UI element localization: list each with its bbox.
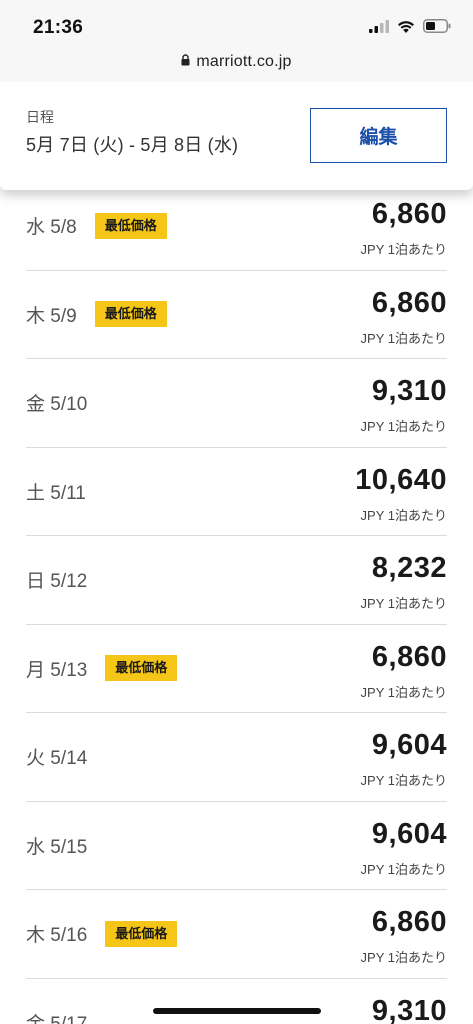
row-unit: JPY 1泊あたり (360, 861, 447, 877)
row-price: 9,310 (371, 375, 447, 407)
page: 21:36 marriott.co.jp 日程 5月 7日 (火) - 5月 8… (0, 0, 473, 1024)
url-text: marriott.co.jp (196, 53, 292, 70)
row-price: 6,860 (371, 198, 447, 230)
browser-chrome: 21:36 marriott.co.jp (0, 0, 473, 82)
url-bar[interactable]: marriott.co.jp (0, 48, 473, 76)
rate-row[interactable]: 木 5/9 最低価格 6,860 JPY 1泊あたり (26, 271, 447, 359)
row-date: 金 5/17 (26, 1013, 88, 1024)
rate-row[interactable]: 金 5/17 9,310 (26, 979, 447, 1024)
row-date: 水 5/8 (26, 217, 77, 238)
row-date: 金 5/10 (26, 394, 88, 415)
row-unit: JPY 1泊あたり (360, 773, 447, 788)
row-unit: JPY 1泊あたり (360, 596, 447, 611)
lowest-price-badge: 最低価格 (94, 212, 167, 239)
row-unit: JPY 1泊あたり (360, 330, 447, 346)
lowest-price-badge: 最低価格 (105, 920, 178, 947)
row-price: 9,310 (371, 994, 447, 1024)
row-date: 日 5/12 (26, 571, 88, 592)
row-date: 土 5/11 (26, 482, 86, 504)
date-label: 日程 (26, 109, 54, 125)
home-indicator[interactable] (153, 1008, 321, 1014)
status-time: 21:36 (33, 17, 84, 38)
rate-row[interactable]: 日 5/12 8,232 JPY 1泊あたり (26, 536, 447, 625)
rate-row[interactable]: 木 5/16 最低価格 6,860 JPY 1泊あたり (26, 890, 447, 979)
date-header: 日程 5月 7日 (火) - 5月 8日 (水) 編集 (0, 82, 473, 190)
rate-list: 水 5/8 最低価格 6,860 JPY 1泊あたり 木 5/9 最低価格 6,… (0, 182, 473, 1024)
row-date: 木 5/9 (26, 305, 77, 327)
rate-row[interactable]: 水 5/15 9,604 JPY 1泊あたり (26, 802, 447, 890)
row-price: 6,860 (371, 906, 447, 938)
battery-icon (423, 19, 451, 38)
row-price: 9,604 (371, 729, 447, 761)
row-date: 水 5/15 (26, 836, 88, 858)
rate-row[interactable]: 火 5/14 9,604 JPY 1泊あたり (26, 713, 447, 802)
lowest-price-badge: 最低価格 (94, 301, 167, 327)
status-bar: 21:36 (0, 0, 473, 48)
rate-row[interactable]: 水 5/8 最低価格 6,860 JPY 1泊あたり (26, 182, 447, 271)
rate-row[interactable]: 金 5/10 9,310 JPY 1泊あたり (26, 359, 447, 448)
row-unit: JPY 1泊あたり (360, 950, 447, 965)
status-icons (369, 19, 451, 38)
edit-button[interactable]: 編集 (310, 108, 447, 163)
row-price: 6,860 (371, 286, 447, 319)
rate-row[interactable]: 土 5/11 10,640 JPY 1泊あたり (26, 448, 447, 536)
lock-icon (181, 53, 190, 71)
lowest-price-badge: 最低価格 (105, 655, 178, 681)
row-price: 8,232 (371, 552, 447, 584)
wifi-icon (397, 20, 415, 38)
rate-row[interactable]: 月 5/13 最低価格 6,860 JPY 1泊あたり (26, 625, 447, 713)
row-price: 9,604 (371, 817, 447, 850)
row-price: 10,640 (355, 463, 447, 496)
row-price: 6,860 (371, 640, 447, 673)
row-date: 火 5/14 (26, 748, 88, 769)
row-unit: JPY 1泊あたり (360, 507, 447, 523)
row-date: 月 5/13 (26, 659, 88, 681)
cellular-signal-icon (369, 19, 389, 38)
row-unit: JPY 1泊あたり (360, 242, 447, 257)
row-date: 木 5/16 (26, 925, 88, 946)
row-unit: JPY 1泊あたり (360, 684, 447, 700)
row-unit: JPY 1泊あたり (360, 419, 447, 434)
date-range: 5月 7日 (火) - 5月 8日 (水) (26, 135, 239, 155)
